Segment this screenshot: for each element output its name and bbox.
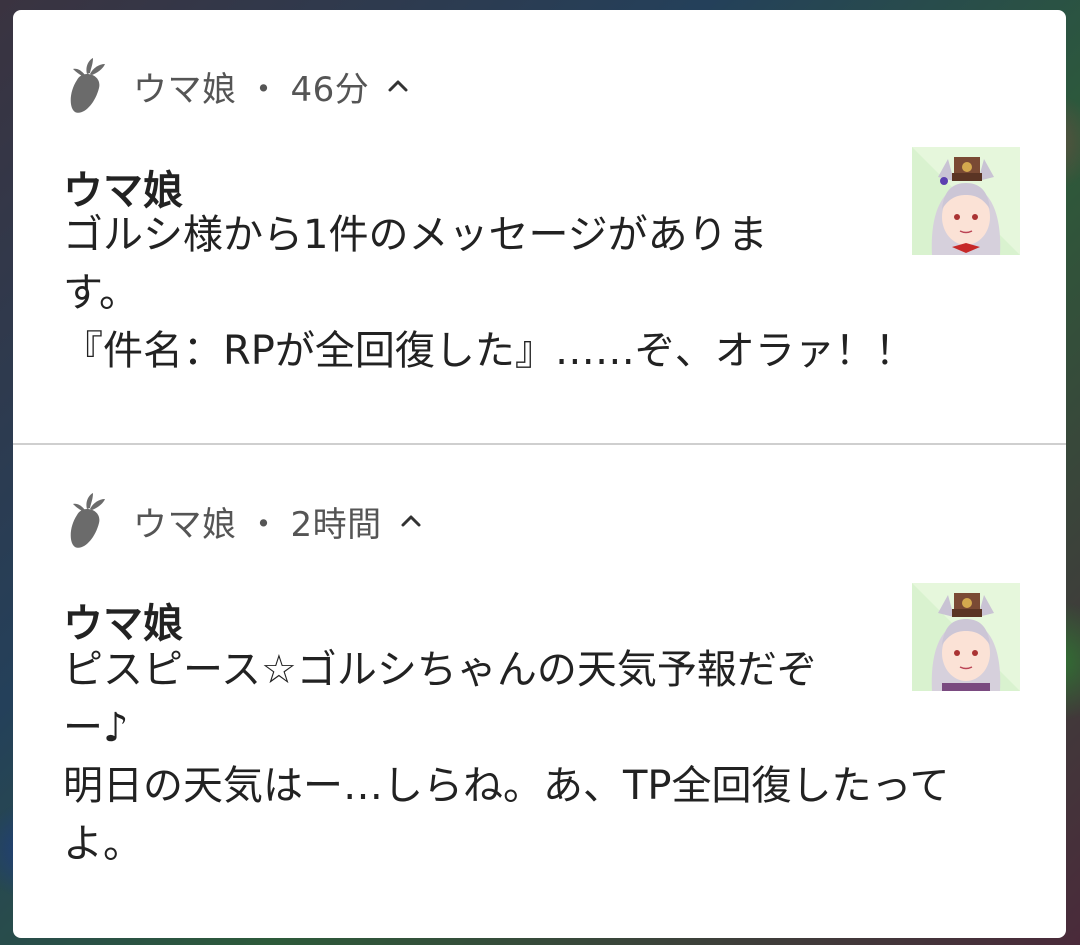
chevron-up-icon[interactable] [387,75,409,97]
notification-body: ピスピース☆ゴルシちゃんの天気予報だぞ ー♪ 明日の天気はー…しらね。あ、TP全… [63,641,993,873]
notification-time: 46分 [290,69,370,110]
carrot-icon [70,493,105,548]
header-separator: ・ [246,504,281,545]
notification-card[interactable]: ウマ娘 ・ 46分 ウマ娘 ゴルシ様から1件のメッセージがありま す。 『件名：… [13,10,1066,443]
body-line: す。 [63,270,139,316]
header-separator: ・ [246,69,281,110]
character-avatar-icon [912,583,1020,691]
app-name: ウマ娘 [133,504,237,545]
body-line: ピスピース☆ゴルシちゃんの天気予報だぞ [63,647,817,693]
body-line: 『件名：RPが全回復した』……ぞ、オラァ！！ [63,328,915,374]
notification-header[interactable]: ウマ娘 ・ 2時間 [63,493,422,548]
body-line: ゴルシ様から1件のメッセージがありま [63,212,768,258]
notification-body: ゴルシ様から1件のメッセージがありま す。 『件名：RPが全回復した』……ぞ、オ… [63,206,923,380]
character-avatar-icon [912,147,1020,255]
app-name: ウマ娘 [133,69,237,110]
body-line: よ。 [63,821,143,867]
notification-header[interactable]: ウマ娘 ・ 46分 [63,58,409,113]
carrot-icon [70,58,105,113]
body-line: 明日の天気はー…しらね。あ、TP全回復したって [63,763,950,809]
notification-card[interactable]: ウマ娘 ・ 2時間 ウマ娘 ピスピース☆ゴルシちゃんの天気予報だぞ ー♪ 明日の… [13,445,1066,938]
notification-time: 2時間 [290,504,382,545]
body-line: ー♪ [63,705,129,751]
chevron-up-icon[interactable] [400,510,422,532]
